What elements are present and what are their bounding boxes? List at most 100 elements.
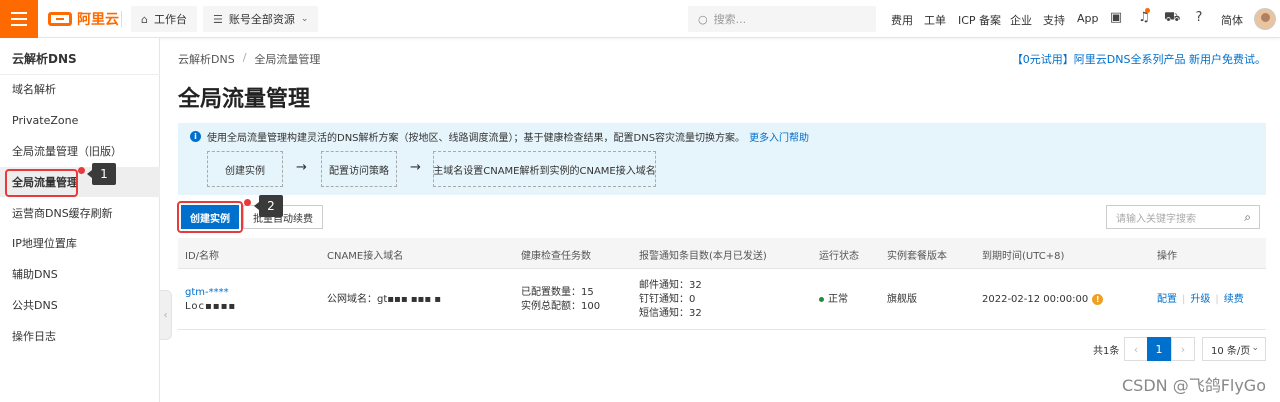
sidebar-item-secondary-dns[interactable]: 辅助DNS xyxy=(0,259,160,289)
watermark: CSDN @飞鸽FlyGo xyxy=(1121,376,1266,395)
table-row: gtm-**** Loc▪▪▪▪ 公网域名：gt▪▪▪ ▪▪▪ ▪ 已配置数量：… xyxy=(178,270,1266,330)
nav-support[interactable]: 支持 xyxy=(1043,12,1065,28)
alerts-cell: 邮件通知：32 钉钉通知：0 短信通知：32 xyxy=(639,279,702,321)
table-header: ID/名称 CNAME接入域名 健康检查任务数 报警通知条目数(本月已发送) 运… xyxy=(178,238,1266,269)
configure-link[interactable]: 配置 xyxy=(1157,294,1177,305)
step-create-instance: 创建实例 xyxy=(207,151,283,187)
health-check-cell: 已配置数量：15 实例总配额：100 xyxy=(521,286,600,314)
dingtalk-alerts: 钉钉通知：0 xyxy=(639,294,696,305)
list-icon: ☰ xyxy=(213,12,223,26)
sidebar-item-operation-log[interactable]: 操作日志 xyxy=(0,321,160,351)
chevron-right-icon: › xyxy=(1180,342,1186,356)
search-icon[interactable]: ⌕ xyxy=(1244,210,1251,225)
chevron-down-icon: ⌄ xyxy=(1251,343,1259,353)
upgrade-link[interactable]: 升级 xyxy=(1190,294,1210,305)
sidebar: 云解析DNS 域名解析 PrivateZone 全局流量管理（旧版） 全局流量管… xyxy=(0,38,160,402)
sidebar-title: 云解析DNS xyxy=(12,52,77,66)
arrow-right-icon: → xyxy=(296,160,307,175)
column-version: 实例套餐版本 xyxy=(887,251,947,262)
step-cname-setup: 主域名设置CNAME解析到实例的CNAME接入域名 xyxy=(433,151,656,187)
logo-divider xyxy=(121,11,122,27)
nav-fees[interactable]: 费用 xyxy=(891,12,913,28)
cart-icon[interactable]: ⛟ xyxy=(1164,10,1180,27)
nav-enterprise[interactable]: 企业 xyxy=(1010,12,1032,28)
sidebar-collapse-handle[interactable]: ‹ xyxy=(160,290,172,340)
cname-domain: 公网域名：gt▪▪▪ ▪▪▪ ▪ xyxy=(327,294,442,305)
instance-name: Loc▪▪▪▪ xyxy=(185,301,237,312)
nav-icp[interactable]: ICP 备案 xyxy=(958,12,1001,28)
global-search-input[interactable]: ○ 搜索... xyxy=(688,6,876,32)
sidebar-item-isp-cache-refresh[interactable]: 运营商DNS缓存刷新 xyxy=(0,198,160,228)
annotation-number-1: 1 xyxy=(87,163,116,185)
notification-dot xyxy=(1145,8,1150,13)
page-title: 全局流量管理 xyxy=(178,87,311,112)
health-total: 实例总配额：100 xyxy=(521,301,601,312)
keyword-search-input[interactable]: 请输入关键字搜索 ⌕ xyxy=(1106,205,1260,229)
sidebar-item-domain-resolve[interactable]: 域名解析 xyxy=(0,74,160,104)
aliyun-logo[interactable]: 阿里云 xyxy=(48,9,119,29)
sidebar-item-privatezone[interactable]: PrivateZone xyxy=(0,105,160,135)
aliyun-logo-icon xyxy=(48,12,72,26)
sidebar-item-public-dns[interactable]: 公共DNS xyxy=(0,290,160,320)
annotation-dot-1 xyxy=(78,167,85,174)
step-configure-policy: 配置访问策略 xyxy=(321,151,397,187)
expire-time: 2022-02-12 00:00:00 xyxy=(982,294,1089,305)
avatar[interactable] xyxy=(1254,8,1276,30)
nav-app[interactable]: App xyxy=(1077,12,1099,25)
sidebar-item-ip-geo[interactable]: IP地理位置库 xyxy=(0,228,160,258)
health-configured: 已配置数量：15 xyxy=(521,287,594,298)
chevron-left-icon: ‹ xyxy=(1133,342,1139,356)
annotation-dot-2 xyxy=(244,199,251,206)
home-icon: ⌂ xyxy=(141,12,148,26)
plan-version: 旗舰版 xyxy=(887,294,917,305)
promo-link[interactable]: 【0元试用】阿里云DNS全系列产品 新用户免费试。 xyxy=(1012,51,1266,67)
top-navigation-bar: 阿里云 ⌂ 工作台 ☰ 账号全部资源 ⌄ ○ 搜索... 费用 工单 ICP 备… xyxy=(0,0,1280,38)
bell-icon[interactable]: ♫ xyxy=(1136,10,1152,25)
annotation-number-2: 2 xyxy=(254,195,283,217)
breadcrumb-root[interactable]: 云解析DNS xyxy=(178,51,235,67)
resources-dropdown[interactable]: ☰ 账号全部资源 ⌄ xyxy=(203,6,319,32)
column-health-check: 健康检查任务数 xyxy=(521,251,591,262)
actions-cell: 配置 | 升级 | 续费 xyxy=(1157,294,1244,305)
column-cname: CNAME接入域名 xyxy=(327,251,404,262)
mail-alerts: 邮件通知：32 xyxy=(639,280,702,291)
workbench-button[interactable]: ⌂ 工作台 xyxy=(131,6,197,32)
annotation-highlight-1 xyxy=(5,169,78,197)
terminal-icon[interactable]: ▣ xyxy=(1108,10,1124,25)
next-page-button[interactable]: › xyxy=(1171,337,1195,361)
search-icon: ○ xyxy=(698,12,708,26)
warning-icon[interactable]: ! xyxy=(1092,293,1104,305)
info-icon: i xyxy=(190,131,201,142)
breadcrumb-separator: / xyxy=(242,51,247,64)
page-size-select[interactable]: 10 条/页 ⌄ xyxy=(1202,337,1266,361)
info-panel: i 使用全局流量管理构建灵活的DNS解析方案（按地区、线路调度流量）；基于健康检… xyxy=(178,123,1266,195)
sms-alerts: 短信通知：32 xyxy=(639,308,702,319)
arrow-right-icon: → xyxy=(410,160,421,175)
renew-link[interactable]: 续费 xyxy=(1224,294,1244,305)
page-1-button[interactable]: 1 xyxy=(1147,337,1171,361)
menu-icon[interactable] xyxy=(0,0,38,38)
column-id: ID/名称 xyxy=(185,251,220,262)
help-link[interactable]: 更多入门帮助 xyxy=(749,129,809,144)
breadcrumb-current: 全局流量管理 xyxy=(254,53,321,66)
annotation-highlight-2 xyxy=(177,201,243,233)
language-switch[interactable]: 简体 xyxy=(1221,12,1243,28)
instance-id-cell: gtm-**** Loc▪▪▪▪ xyxy=(185,286,236,314)
prev-page-button[interactable]: ‹ xyxy=(1124,337,1148,361)
status-badge: 正常 xyxy=(819,293,848,307)
chevron-down-icon: ⌄ xyxy=(300,14,309,24)
sidebar-item-gtm-legacy[interactable]: 全局流量管理（旧版） xyxy=(0,136,160,166)
info-message: i 使用全局流量管理构建灵活的DNS解析方案（按地区、线路调度流量）；基于健康检… xyxy=(190,129,809,144)
chevron-left-icon: ‹ xyxy=(163,309,168,321)
column-status: 运行状态 xyxy=(819,251,859,262)
nav-tickets[interactable]: 工单 xyxy=(924,12,946,28)
status-dot-icon xyxy=(819,296,824,302)
help-icon[interactable]: ? xyxy=(1191,10,1207,25)
breadcrumb: 云解析DNS / 全局流量管理 xyxy=(178,51,320,67)
total-count: 共1条 xyxy=(1093,346,1120,357)
column-alerts: 报警通知条目数(本月已发送) xyxy=(639,251,767,262)
expire-time-cell: 2022-02-12 00:00:00! xyxy=(982,293,1104,307)
column-actions: 操作 xyxy=(1157,251,1177,262)
column-expire: 到期时间(UTC+8) xyxy=(982,251,1065,262)
instance-id-link[interactable]: gtm-**** xyxy=(185,287,229,298)
